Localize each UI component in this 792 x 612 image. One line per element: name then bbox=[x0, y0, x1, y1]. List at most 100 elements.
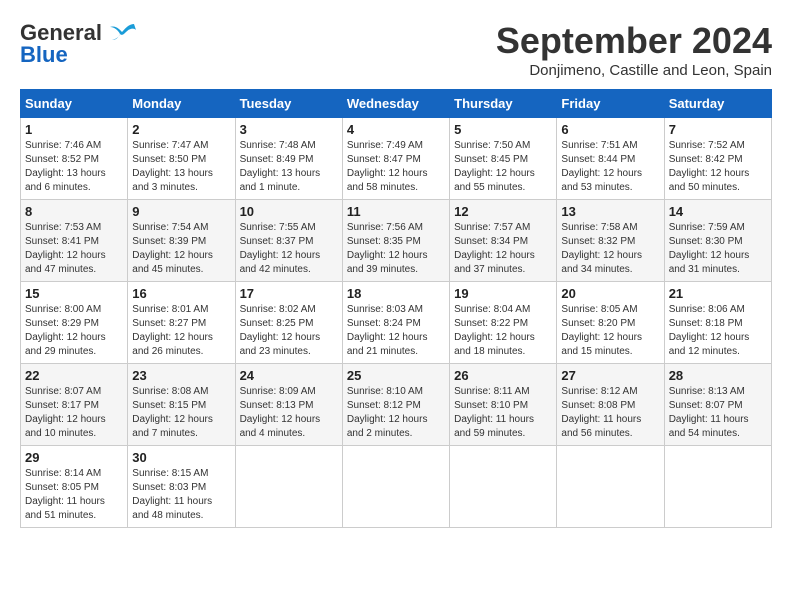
day-info: Sunrise: 7:56 AM Sunset: 8:35 PM Dayligh… bbox=[347, 221, 445, 277]
table-row: 14 Sunrise: 7:59 AM Sunset: 8:30 PM Dayl… bbox=[664, 200, 771, 282]
day-number: 25 bbox=[347, 368, 445, 383]
day-info: Sunrise: 7:53 AM Sunset: 8:41 PM Dayligh… bbox=[25, 221, 123, 277]
table-row: 12 Sunrise: 7:57 AM Sunset: 8:34 PM Dayl… bbox=[450, 200, 557, 282]
day-number: 7 bbox=[669, 122, 767, 137]
day-number: 6 bbox=[561, 122, 659, 137]
day-number: 11 bbox=[347, 204, 445, 219]
table-row: 20 Sunrise: 8:05 AM Sunset: 8:20 PM Dayl… bbox=[557, 282, 664, 364]
logo-bird-icon bbox=[106, 22, 138, 44]
day-info: Sunrise: 8:15 AM Sunset: 8:03 PM Dayligh… bbox=[132, 467, 230, 523]
day-info: Sunrise: 8:02 AM Sunset: 8:25 PM Dayligh… bbox=[240, 303, 338, 359]
header-sunday: Sunday bbox=[21, 90, 128, 118]
day-number: 27 bbox=[561, 368, 659, 383]
day-number: 18 bbox=[347, 286, 445, 301]
day-number: 4 bbox=[347, 122, 445, 137]
day-number: 10 bbox=[240, 204, 338, 219]
table-row: 25 Sunrise: 8:10 AM Sunset: 8:12 PM Dayl… bbox=[342, 364, 449, 446]
table-row: 6 Sunrise: 7:51 AM Sunset: 8:44 PM Dayli… bbox=[557, 118, 664, 200]
day-number: 29 bbox=[25, 450, 123, 465]
table-row bbox=[235, 446, 342, 528]
logo-blue: Blue bbox=[20, 42, 68, 68]
table-row: 28 Sunrise: 8:13 AM Sunset: 8:07 PM Dayl… bbox=[664, 364, 771, 446]
day-info: Sunrise: 7:50 AM Sunset: 8:45 PM Dayligh… bbox=[454, 139, 552, 195]
table-row: 29 Sunrise: 8:14 AM Sunset: 8:05 PM Dayl… bbox=[21, 446, 128, 528]
day-number: 9 bbox=[132, 204, 230, 219]
day-number: 17 bbox=[240, 286, 338, 301]
day-number: 5 bbox=[454, 122, 552, 137]
table-row bbox=[450, 446, 557, 528]
table-row bbox=[664, 446, 771, 528]
day-info: Sunrise: 8:08 AM Sunset: 8:15 PM Dayligh… bbox=[132, 385, 230, 441]
table-row: 8 Sunrise: 7:53 AM Sunset: 8:41 PM Dayli… bbox=[21, 200, 128, 282]
table-row: 27 Sunrise: 8:12 AM Sunset: 8:08 PM Dayl… bbox=[557, 364, 664, 446]
day-info: Sunrise: 7:48 AM Sunset: 8:49 PM Dayligh… bbox=[240, 139, 338, 195]
day-number: 26 bbox=[454, 368, 552, 383]
table-row: 13 Sunrise: 7:58 AM Sunset: 8:32 PM Dayl… bbox=[557, 200, 664, 282]
table-row: 24 Sunrise: 8:09 AM Sunset: 8:13 PM Dayl… bbox=[235, 364, 342, 446]
day-number: 30 bbox=[132, 450, 230, 465]
day-info: Sunrise: 7:52 AM Sunset: 8:42 PM Dayligh… bbox=[669, 139, 767, 195]
day-info: Sunrise: 8:03 AM Sunset: 8:24 PM Dayligh… bbox=[347, 303, 445, 359]
table-row: 1 Sunrise: 7:46 AM Sunset: 8:52 PM Dayli… bbox=[21, 118, 128, 200]
table-row: 9 Sunrise: 7:54 AM Sunset: 8:39 PM Dayli… bbox=[128, 200, 235, 282]
table-row: 21 Sunrise: 8:06 AM Sunset: 8:18 PM Dayl… bbox=[664, 282, 771, 364]
day-info: Sunrise: 8:06 AM Sunset: 8:18 PM Dayligh… bbox=[669, 303, 767, 359]
day-info: Sunrise: 7:59 AM Sunset: 8:30 PM Dayligh… bbox=[669, 221, 767, 277]
day-number: 19 bbox=[454, 286, 552, 301]
header-wednesday: Wednesday bbox=[342, 90, 449, 118]
table-row: 16 Sunrise: 8:01 AM Sunset: 8:27 PM Dayl… bbox=[128, 282, 235, 364]
day-number: 1 bbox=[25, 122, 123, 137]
calendar-row: 1 Sunrise: 7:46 AM Sunset: 8:52 PM Dayli… bbox=[21, 118, 772, 200]
day-number: 13 bbox=[561, 204, 659, 219]
day-info: Sunrise: 8:14 AM Sunset: 8:05 PM Dayligh… bbox=[25, 467, 123, 523]
header-saturday: Saturday bbox=[664, 90, 771, 118]
day-info: Sunrise: 7:54 AM Sunset: 8:39 PM Dayligh… bbox=[132, 221, 230, 277]
page-header: General Blue September 2024 Donjimeno, C… bbox=[20, 20, 772, 79]
table-row: 19 Sunrise: 8:04 AM Sunset: 8:22 PM Dayl… bbox=[450, 282, 557, 364]
day-info: Sunrise: 8:10 AM Sunset: 8:12 PM Dayligh… bbox=[347, 385, 445, 441]
calendar-row: 15 Sunrise: 8:00 AM Sunset: 8:29 PM Dayl… bbox=[21, 282, 772, 364]
day-info: Sunrise: 7:46 AM Sunset: 8:52 PM Dayligh… bbox=[25, 139, 123, 195]
day-number: 21 bbox=[669, 286, 767, 301]
calendar-row: 29 Sunrise: 8:14 AM Sunset: 8:05 PM Dayl… bbox=[21, 446, 772, 528]
weekday-header-row: Sunday Monday Tuesday Wednesday Thursday… bbox=[21, 90, 772, 118]
table-row: 5 Sunrise: 7:50 AM Sunset: 8:45 PM Dayli… bbox=[450, 118, 557, 200]
day-info: Sunrise: 7:47 AM Sunset: 8:50 PM Dayligh… bbox=[132, 139, 230, 195]
day-number: 24 bbox=[240, 368, 338, 383]
day-number: 8 bbox=[25, 204, 123, 219]
table-row: 10 Sunrise: 7:55 AM Sunset: 8:37 PM Dayl… bbox=[235, 200, 342, 282]
title-section: September 2024 Donjimeno, Castille and L… bbox=[496, 20, 772, 79]
day-number: 28 bbox=[669, 368, 767, 383]
table-row: 2 Sunrise: 7:47 AM Sunset: 8:50 PM Dayli… bbox=[128, 118, 235, 200]
day-info: Sunrise: 7:57 AM Sunset: 8:34 PM Dayligh… bbox=[454, 221, 552, 277]
table-row: 18 Sunrise: 8:03 AM Sunset: 8:24 PM Dayl… bbox=[342, 282, 449, 364]
day-info: Sunrise: 8:01 AM Sunset: 8:27 PM Dayligh… bbox=[132, 303, 230, 359]
table-row: 30 Sunrise: 8:15 AM Sunset: 8:03 PM Dayl… bbox=[128, 446, 235, 528]
day-info: Sunrise: 8:12 AM Sunset: 8:08 PM Dayligh… bbox=[561, 385, 659, 441]
month-title: September 2024 bbox=[496, 20, 772, 62]
day-info: Sunrise: 8:05 AM Sunset: 8:20 PM Dayligh… bbox=[561, 303, 659, 359]
day-info: Sunrise: 7:55 AM Sunset: 8:37 PM Dayligh… bbox=[240, 221, 338, 277]
day-info: Sunrise: 8:13 AM Sunset: 8:07 PM Dayligh… bbox=[669, 385, 767, 441]
day-info: Sunrise: 8:00 AM Sunset: 8:29 PM Dayligh… bbox=[25, 303, 123, 359]
table-row: 23 Sunrise: 8:08 AM Sunset: 8:15 PM Dayl… bbox=[128, 364, 235, 446]
day-number: 3 bbox=[240, 122, 338, 137]
day-number: 15 bbox=[25, 286, 123, 301]
header-tuesday: Tuesday bbox=[235, 90, 342, 118]
day-info: Sunrise: 8:04 AM Sunset: 8:22 PM Dayligh… bbox=[454, 303, 552, 359]
day-number: 20 bbox=[561, 286, 659, 301]
day-info: Sunrise: 7:49 AM Sunset: 8:47 PM Dayligh… bbox=[347, 139, 445, 195]
table-row: 17 Sunrise: 8:02 AM Sunset: 8:25 PM Dayl… bbox=[235, 282, 342, 364]
day-number: 12 bbox=[454, 204, 552, 219]
header-friday: Friday bbox=[557, 90, 664, 118]
location-subtitle: Donjimeno, Castille and Leon, Spain bbox=[496, 62, 772, 79]
header-monday: Monday bbox=[128, 90, 235, 118]
header-thursday: Thursday bbox=[450, 90, 557, 118]
table-row: 11 Sunrise: 7:56 AM Sunset: 8:35 PM Dayl… bbox=[342, 200, 449, 282]
table-row: 4 Sunrise: 7:49 AM Sunset: 8:47 PM Dayli… bbox=[342, 118, 449, 200]
table-row: 26 Sunrise: 8:11 AM Sunset: 8:10 PM Dayl… bbox=[450, 364, 557, 446]
table-row: 22 Sunrise: 8:07 AM Sunset: 8:17 PM Dayl… bbox=[21, 364, 128, 446]
day-number: 23 bbox=[132, 368, 230, 383]
table-row: 15 Sunrise: 8:00 AM Sunset: 8:29 PM Dayl… bbox=[21, 282, 128, 364]
calendar-table: Sunday Monday Tuesday Wednesday Thursday… bbox=[20, 89, 772, 528]
